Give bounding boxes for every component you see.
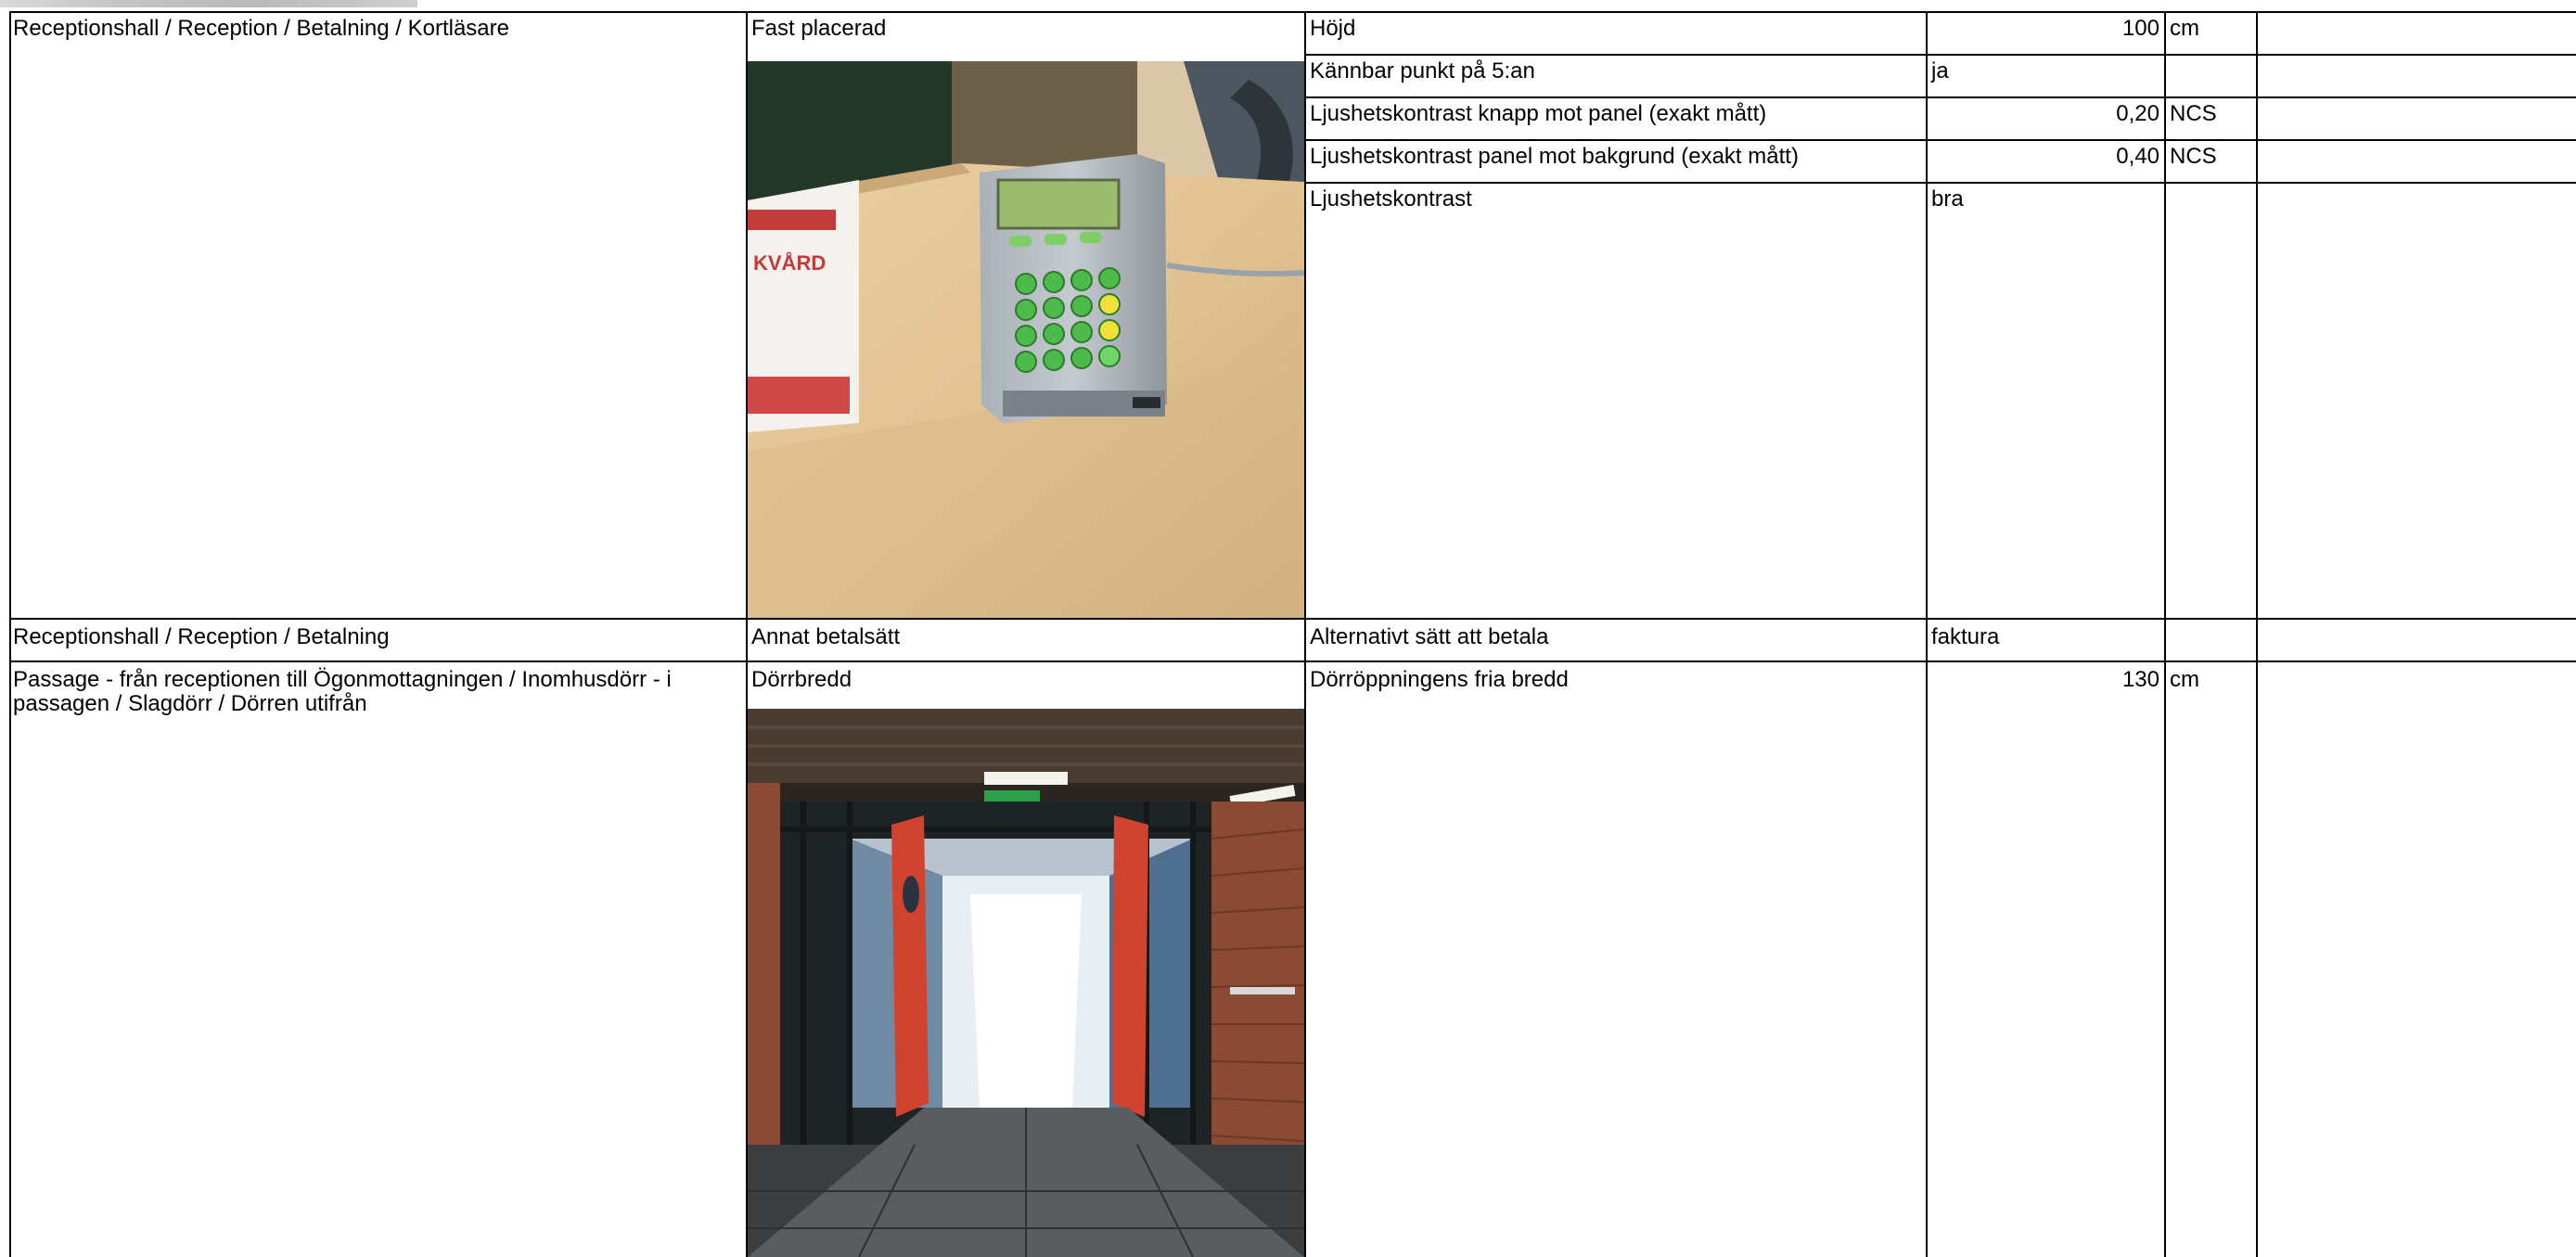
table-top-border <box>9 11 2576 13</box>
location-cell: Passage - från receptionen till Ögonmott… <box>13 667 672 716</box>
measure-value: 130 <box>2121 667 2159 692</box>
measure-value: 0,20 <box>2116 101 2159 126</box>
measure-unit <box>2166 56 2255 59</box>
measure-value: 100 <box>2121 16 2159 41</box>
column-divider <box>1304 11 1306 1257</box>
measure-unit: cm <box>2170 16 2199 41</box>
measure-unit: NCS <box>2170 101 2217 126</box>
row-divider <box>1304 182 2576 184</box>
measure-unit: cm <box>2170 667 2199 692</box>
top-image-strip <box>0 0 417 7</box>
measure-label: Ljushetskontrast <box>1310 186 1472 212</box>
door-passage-photo-illustration <box>748 709 1304 1257</box>
location-cell: Receptionshall / Reception / Betalning /… <box>13 16 509 41</box>
measure-unit <box>2166 184 2255 187</box>
card-reader-photo-illustration: KVÅRD <box>748 61 1304 618</box>
column-divider <box>1926 11 1928 1257</box>
row-divider <box>1304 96 2576 98</box>
item-cell: Annat betalsätt <box>751 624 901 649</box>
column-divider <box>746 11 748 1257</box>
item-cell: Dörrbredd <box>751 667 852 692</box>
measure-unit: NCS <box>2170 144 2217 169</box>
row-divider <box>1304 139 2576 141</box>
measure-value: 0,40 <box>2116 144 2159 169</box>
column-divider <box>2256 11 2258 1257</box>
row-divider <box>1304 54 2576 56</box>
measure-value: faktura <box>1931 624 2000 649</box>
svg-text:KVÅRD: KVÅRD <box>753 250 826 275</box>
row-divider <box>9 661 2576 662</box>
measure-label: Höjd <box>1310 16 1356 41</box>
measure-label: Alternativt sätt att betala <box>1310 624 1549 649</box>
item-cell: Fast placerad <box>751 16 887 41</box>
column-divider <box>9 11 11 1257</box>
measure-label: Ljushetskontrast panel mot bakgrund (exa… <box>1310 144 1799 169</box>
measure-value: bra <box>1931 186 1964 212</box>
measure-label: Ljushetskontrast knapp mot panel (exakt … <box>1310 101 1767 126</box>
photo-door-passage <box>748 709 1304 1257</box>
location-cell: Receptionshall / Reception / Betalning <box>13 624 390 649</box>
photo-card-reader: KVÅRD <box>748 61 1304 618</box>
column-divider <box>2164 11 2166 1257</box>
measure-label: Kännbar punkt på 5:an <box>1310 58 1535 83</box>
row-divider <box>9 618 2576 620</box>
measure-value: ja <box>1931 58 1949 83</box>
measure-unit <box>2166 622 2255 625</box>
measure-label: Dörröppningens fria bredd <box>1310 667 1569 692</box>
